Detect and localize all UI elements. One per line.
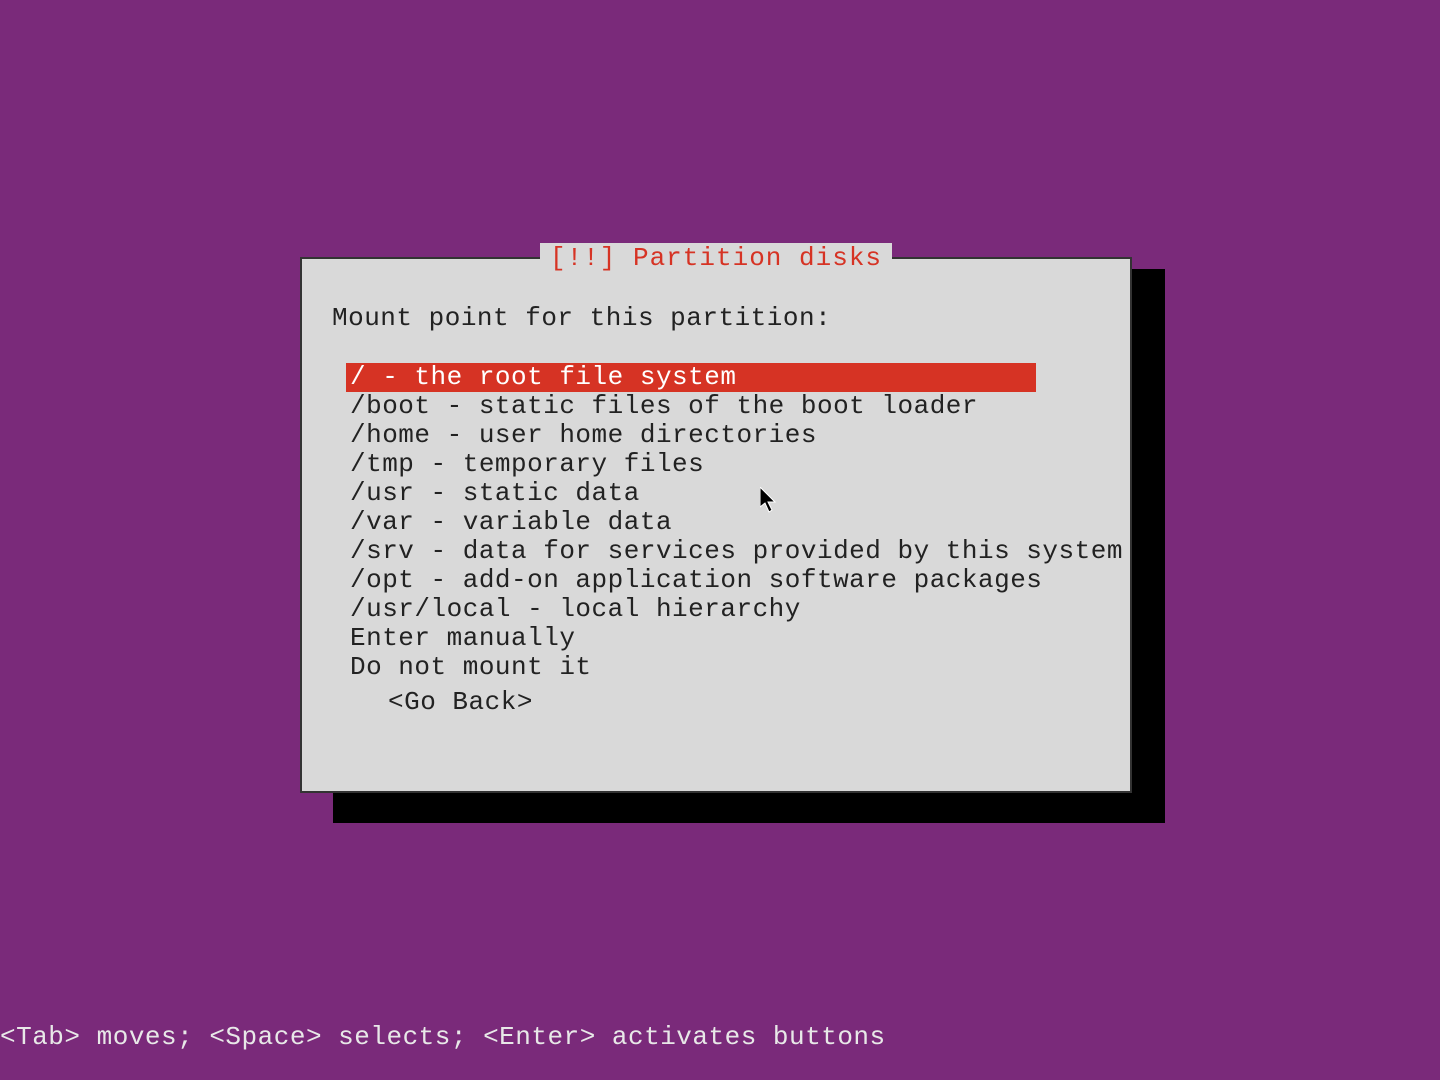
option-tmp[interactable]: /tmp - temporary files: [346, 450, 1036, 479]
dialog-title: [!!] Partition disks: [540, 243, 892, 273]
go-back-button[interactable]: <Go Back>: [388, 687, 533, 717]
option-var[interactable]: /var - variable data: [346, 508, 1036, 537]
option-root[interactable]: / - the root file system: [346, 363, 1036, 392]
mount-point-list: / - the root file system /boot - static …: [346, 363, 1036, 682]
option-home[interactable]: /home - user home directories: [346, 421, 1036, 450]
help-bar: <Tab> moves; <Space> selects; <Enter> ac…: [0, 1022, 886, 1052]
option-opt[interactable]: /opt - add-on application software packa…: [346, 566, 1036, 595]
dialog-title-wrap: [!!] Partition disks: [302, 243, 1130, 273]
dialog-prompt: Mount point for this partition:: [332, 303, 831, 333]
option-do-not-mount[interactable]: Do not mount it: [346, 653, 1036, 682]
option-usr[interactable]: /usr - static data: [346, 479, 1036, 508]
option-usr-local[interactable]: /usr/local - local hierarchy: [346, 595, 1036, 624]
partition-dialog: [!!] Partition disks Mount point for thi…: [300, 257, 1132, 793]
option-srv[interactable]: /srv - data for services provided by thi…: [346, 537, 1036, 566]
option-boot[interactable]: /boot - static files of the boot loader: [346, 392, 1036, 421]
option-enter-manually[interactable]: Enter manually: [346, 624, 1036, 653]
